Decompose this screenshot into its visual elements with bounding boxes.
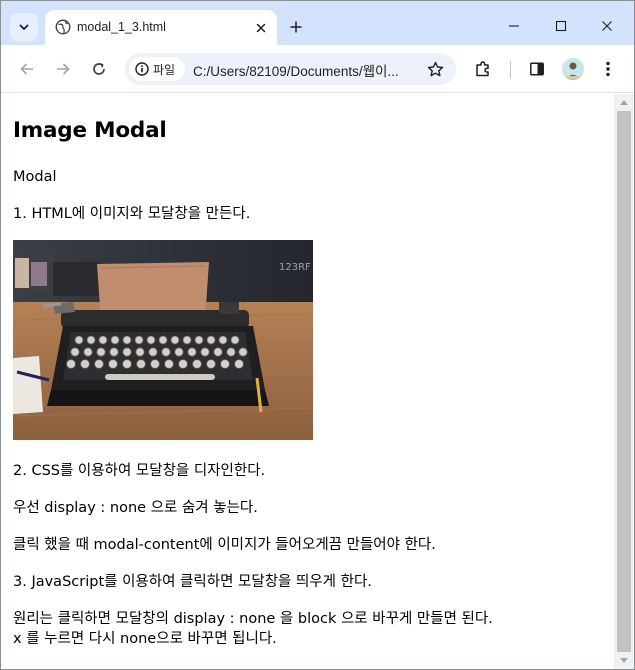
note-1-text: 우선 display : none 으로 숨겨 놓는다.	[13, 500, 258, 516]
scroll-up-button[interactable]	[614, 94, 634, 110]
back-button[interactable]	[15, 57, 39, 81]
back-arrow-icon	[20, 63, 33, 75]
vertical-scrollbar[interactable]	[614, 94, 634, 669]
tab-active[interactable]: modal_1_3.html	[45, 10, 277, 45]
kebab-menu-icon	[606, 61, 610, 77]
extensions-button[interactable]	[471, 57, 495, 81]
scroll-down-button[interactable]	[614, 653, 634, 669]
tab-strip: modal_1_3.html	[1, 1, 634, 45]
side-panel-button[interactable]	[525, 57, 549, 81]
star-icon	[427, 61, 443, 76]
bookmark-button[interactable]	[423, 57, 447, 81]
window-close-button[interactable]	[584, 11, 630, 41]
modal-label: Modal	[13, 169, 57, 185]
toolbar-separator	[510, 61, 511, 79]
minimize-icon	[509, 25, 519, 27]
browser-toolbar: 파일 C:/Users/82109/Documents/웹이...	[1, 45, 634, 93]
extensions-icon	[476, 61, 489, 77]
address-bar[interactable]: 파일 C:/Users/82109/Documents/웹이...	[125, 53, 456, 85]
step-2-text: 2. CSS를 이용하여 모달창을 디자인한다.	[13, 463, 266, 479]
window-close-icon	[602, 21, 612, 31]
chevron-down-icon	[19, 24, 29, 30]
tab-close-button[interactable]	[252, 19, 270, 37]
reload-icon	[93, 62, 105, 75]
new-tab-button[interactable]	[285, 16, 307, 38]
info-icon	[135, 62, 149, 76]
page-viewport: Image Modal Modal 1. HTML에 이미지와 모달창을 만든다…	[1, 94, 614, 669]
typewriter-image[interactable]: 123RF	[13, 240, 313, 440]
globe-icon	[55, 19, 71, 35]
typewriter-photo: 123RF	[13, 240, 313, 440]
close-icon	[256, 23, 266, 33]
image-watermark: 123RF	[279, 262, 311, 273]
profile-avatar[interactable]	[562, 58, 584, 80]
tab-search-button[interactable]	[10, 13, 38, 41]
note-3-line-1: 원리는 클릭하면 모달창의 display : none 을 block 으로 …	[13, 611, 493, 627]
menu-button[interactable]	[596, 57, 620, 81]
scroll-thumb[interactable]	[617, 111, 631, 652]
minimize-button[interactable]	[491, 11, 537, 41]
site-info-chip[interactable]: 파일	[129, 57, 185, 81]
maximize-icon	[555, 20, 567, 32]
step-3-text: 3. JavaScript를 이용하여 클릭하면 모달창을 띄우게 한다.	[13, 574, 372, 590]
url-text[interactable]: C:/Users/82109/Documents/웹이...	[193, 60, 421, 80]
page-title: Image Modal	[13, 118, 167, 143]
forward-button[interactable]	[51, 57, 75, 81]
browser-window: modal_1_3.html 파일 C:/Users/82109/Documen…	[0, 0, 635, 670]
reload-button[interactable]	[87, 57, 111, 81]
forward-arrow-icon	[57, 63, 70, 75]
site-info-label: 파일	[153, 62, 176, 77]
maximize-button[interactable]	[538, 11, 584, 41]
scroll-down-arrow-icon	[620, 658, 628, 663]
sidepanel-icon	[530, 62, 544, 76]
plus-icon	[290, 21, 302, 33]
note-2-text: 클릭 했을 때 modal-content에 이미지가 들어오게끔 만들어야 한…	[13, 537, 436, 553]
profile-avatar-icon	[562, 58, 584, 80]
scroll-up-arrow-icon	[620, 100, 628, 105]
step-1-text: 1. HTML에 이미지와 모달창을 만든다.	[13, 206, 251, 222]
tab-title: modal_1_3.html	[77, 20, 166, 34]
note-3-line-2: x 를 누르면 다시 none으로 바꾸면 됩니다.	[13, 631, 277, 647]
